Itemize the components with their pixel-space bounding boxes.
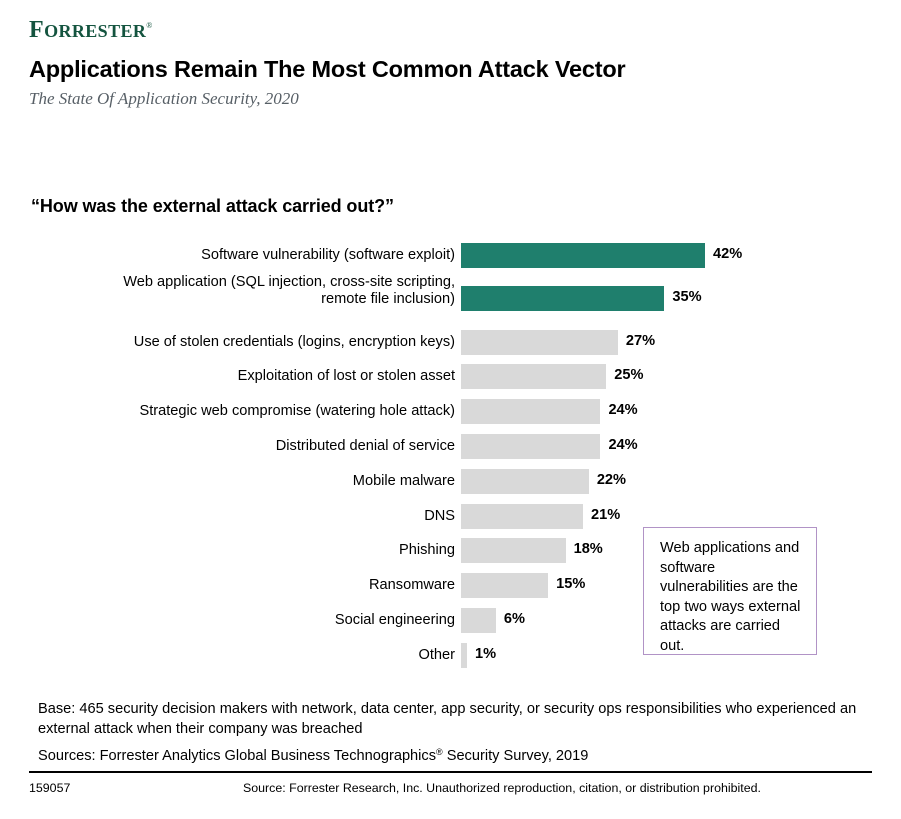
bar	[461, 642, 467, 668]
registered-mark-icon: ®	[146, 21, 153, 30]
forrester-logo: FORRESTER®	[29, 18, 153, 42]
base-note: Base: 465 security decision makers with …	[38, 701, 857, 737]
bar	[461, 468, 589, 494]
bar-value-label: 24%	[608, 402, 638, 419]
page-title: Applications Remain The Most Common Atta…	[29, 56, 626, 82]
bar-value-label: 15%	[556, 576, 586, 593]
logo-name-rest: ORRESTER	[44, 21, 147, 41]
sources-suffix: Security Survey, 2019	[442, 748, 589, 764]
bar-category-label: Other	[418, 646, 456, 663]
callout-text: Web applications and software vulnerabil…	[660, 540, 801, 654]
bar-category-label: Software vulnerability (software exploit…	[201, 247, 455, 263]
bar	[461, 243, 706, 268]
document-id: 159057	[29, 781, 71, 795]
bar	[461, 538, 566, 564]
page-subtitle: The State Of Application Security, 2020	[29, 89, 299, 108]
bar-category-label: Web application (SQL injection, cross-si…	[123, 273, 455, 307]
bar-row: Distributed denial of service 24%	[0, 434, 901, 459]
bar-category-label: Use of stolen credentials (logins, encry…	[133, 333, 455, 350]
bar-row: Web application (SQL injection, cross-si…	[0, 274, 901, 311]
bar-category-label: Ransomware	[369, 577, 455, 594]
bar-row: DNS 21%	[0, 503, 901, 529]
footer-source-text: Source: Forrester Research, Inc. Unautho…	[243, 781, 761, 795]
bar-row: Exploitation of lost or stolen asset 25%	[0, 364, 901, 390]
bar-category-label: Mobile malware	[352, 472, 455, 489]
chart-question-heading: “How was the external attack carried out…	[31, 196, 394, 216]
bar-category-label: Exploitation of lost or stolen asset	[237, 368, 455, 385]
bar-category-label: Strategic web compromise (watering hole …	[139, 403, 455, 420]
registered-mark-icon: ®	[436, 747, 443, 757]
sources-note: Sources: Forrester Analytics Global Busi…	[38, 743, 858, 767]
bar-category-label: Distributed denial of service	[275, 438, 455, 454]
bar-value-label: 24%	[608, 437, 638, 453]
bar-value-label: 18%	[573, 541, 603, 558]
bar-row: Mobile malware 22%	[0, 468, 901, 494]
bar	[461, 329, 618, 355]
bar-value-label: 35%	[672, 288, 702, 305]
bar-row: Strategic web compromise (watering hole …	[0, 399, 901, 425]
bar	[461, 503, 583, 529]
bar-category-label: Phishing	[399, 542, 455, 559]
bar-value-label: 42%	[713, 246, 743, 262]
bar	[461, 399, 601, 425]
bar-value-label: 6%	[503, 611, 525, 627]
bar-row: Software vulnerability (software exploit…	[0, 243, 901, 268]
bar	[461, 364, 607, 390]
chart-notes: Base: 465 security decision makers with …	[38, 700, 858, 767]
forrester-chart-page: FORRESTER® Applications Remain The Most …	[0, 0, 901, 819]
bar	[461, 608, 496, 633]
bar-value-label: 27%	[625, 332, 656, 349]
callout-box: Web applications and software vulnerabil…	[643, 527, 817, 655]
bar	[461, 573, 549, 599]
bar-value-label: 25%	[614, 367, 644, 384]
logo-first-letter: F	[29, 17, 45, 43]
bar-row: Use of stolen credentials (logins, encry…	[0, 329, 901, 355]
sources-prefix: Sources: Forrester Analytics Global Busi…	[38, 748, 437, 764]
bar-value-label: 1%	[475, 645, 497, 662]
bar-value-label: 21%	[591, 506, 621, 523]
bar-value-label: 22%	[596, 471, 627, 488]
bar	[461, 285, 665, 311]
bar-category-label: DNS	[424, 507, 455, 524]
bar-category-label: Social engineering	[334, 612, 455, 628]
footer-divider	[29, 771, 872, 773]
bar	[461, 434, 601, 459]
